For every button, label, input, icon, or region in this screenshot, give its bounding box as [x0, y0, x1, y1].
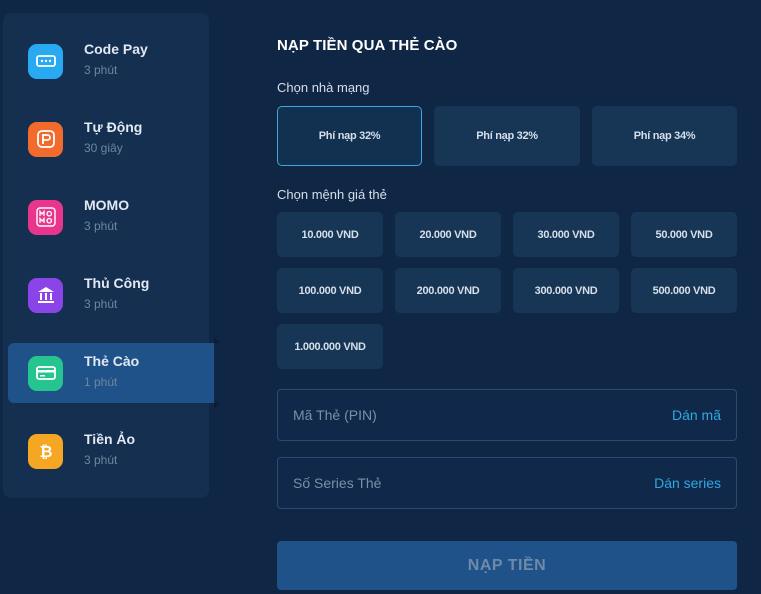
amount-option[interactable]: 100.000 VND: [277, 268, 383, 313]
svg-text:₿: ₿: [39, 443, 52, 461]
method-thu-cong[interactable]: Thủ Công 3 phút: [8, 265, 214, 325]
network-option-3[interactable]: Phí nạp 34%: [592, 106, 737, 166]
momo-icon: [28, 199, 63, 235]
pin-input[interactable]: [278, 390, 618, 440]
method-time: 1 phút: [84, 375, 118, 389]
method-name: Tiền Ảo: [84, 431, 136, 447]
paste-pin-button[interactable]: Dán mã: [672, 407, 721, 423]
network-option-2[interactable]: Phí nạp 32%: [434, 106, 580, 166]
method-time: 3 phút: [84, 63, 118, 77]
method-time: 3 phút: [84, 453, 118, 467]
method-code-pay[interactable]: Code Pay 3 phút: [8, 31, 214, 91]
amount-label: Chọn mệnh giá thẻ: [277, 187, 387, 202]
method-name: MOMO: [84, 197, 130, 213]
method-momo[interactable]: MOMO 3 phút: [8, 187, 214, 247]
method-tien-ao[interactable]: ₿ Tiền Ảo 3 phút: [8, 421, 214, 481]
dots-icon: [28, 43, 63, 79]
submit-button[interactable]: NẠP TIỀN: [277, 541, 737, 590]
amount-option[interactable]: 10.000 VND: [277, 212, 383, 257]
bitcoin-icon: ₿: [28, 433, 63, 469]
method-name: Tự Động: [84, 119, 143, 135]
method-name: Thủ Công: [84, 275, 150, 291]
amount-option[interactable]: 20.000 VND: [395, 212, 501, 257]
amount-option[interactable]: 50.000 VND: [631, 212, 737, 257]
serial-field: Dán series: [277, 457, 737, 509]
amount-option[interactable]: 300.000 VND: [513, 268, 619, 313]
method-time: 30 giây: [84, 141, 123, 155]
method-time: 3 phút: [84, 219, 118, 233]
card-icon: [28, 355, 63, 391]
p-logo-icon: [28, 121, 63, 157]
amount-option[interactable]: 1.000.000 VND: [277, 324, 383, 369]
pin-field: Dán mã: [277, 389, 737, 441]
serial-input[interactable]: [278, 458, 618, 508]
method-name: Code Pay: [84, 41, 148, 57]
network-label: Chọn nhà mạng: [277, 80, 370, 95]
method-time: 3 phút: [84, 297, 118, 311]
network-option-1[interactable]: Phí nạp 32%: [277, 106, 422, 166]
bank-icon: [28, 277, 63, 313]
method-name: Thẻ Cào: [84, 353, 140, 369]
page-title: NẠP TIỀN QUA THẺ CÀO: [277, 37, 458, 54]
amount-option[interactable]: 500.000 VND: [631, 268, 737, 313]
method-tu-dong[interactable]: Tự Động 30 giây: [8, 109, 214, 169]
amount-option[interactable]: 30.000 VND: [513, 212, 619, 257]
paste-serial-button[interactable]: Dán series: [654, 475, 721, 491]
amount-option[interactable]: 200.000 VND: [395, 268, 501, 313]
method-the-cao[interactable]: Thẻ Cào 1 phút: [8, 337, 220, 409]
